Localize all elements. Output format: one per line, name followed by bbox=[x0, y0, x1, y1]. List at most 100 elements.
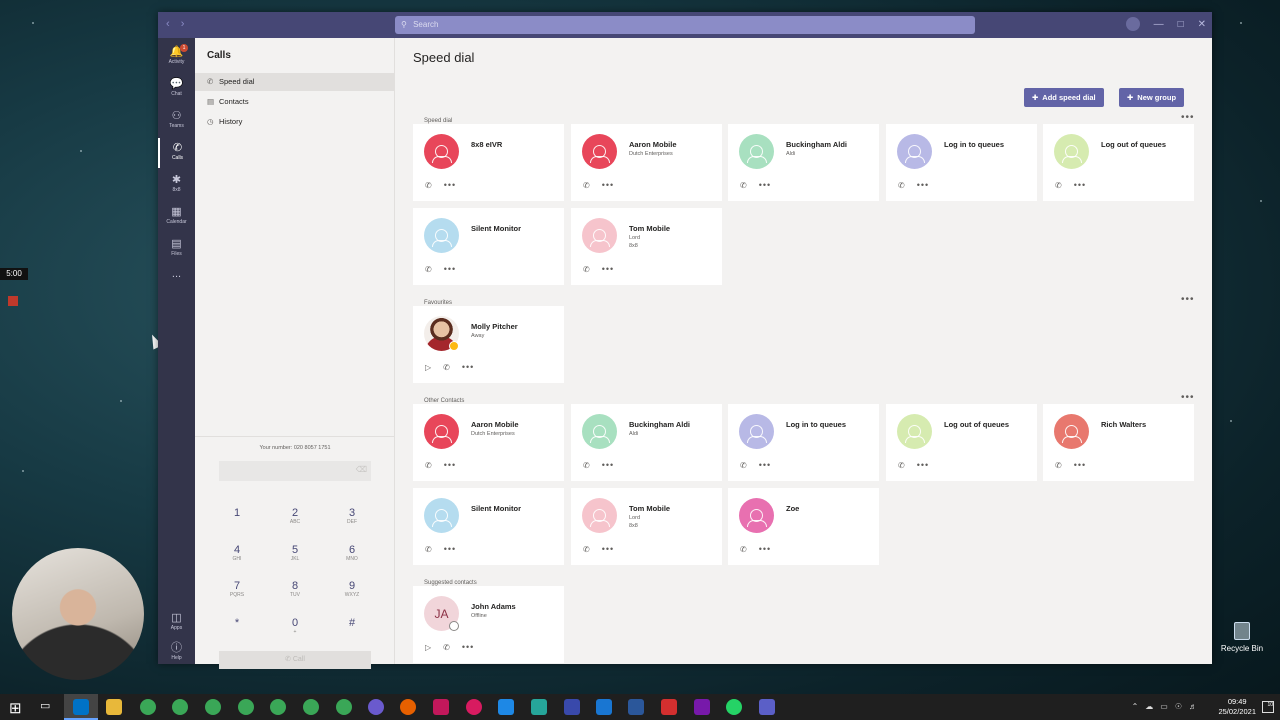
more-options-icon[interactable]: ••• bbox=[1074, 180, 1086, 190]
more-options-icon[interactable]: ••• bbox=[759, 460, 771, 470]
more-options-icon[interactable]: ••• bbox=[602, 180, 614, 190]
rail-item-teams[interactable]: ⚇ Teams bbox=[158, 106, 195, 136]
firefox-icon[interactable] bbox=[400, 699, 416, 715]
app-icon[interactable] bbox=[596, 699, 612, 715]
app-icon[interactable] bbox=[531, 699, 547, 715]
more-options-icon[interactable]: ••• bbox=[1074, 460, 1086, 470]
contact-card[interactable]: Silent Monitor ✆ ••• bbox=[413, 208, 564, 285]
contact-card[interactable]: Log out of queues ✆ ••• bbox=[886, 404, 1037, 481]
chrome-icon[interactable] bbox=[172, 699, 188, 715]
add-speed-dial-button[interactable]: ✚ Add speed dial bbox=[1024, 88, 1104, 107]
dial-key[interactable]: 9 WXYZ bbox=[332, 580, 372, 598]
phone-icon[interactable]: ✆ bbox=[443, 363, 450, 372]
more-options-icon[interactable]: ••• bbox=[602, 460, 614, 470]
more-options-icon[interactable]: ••• bbox=[444, 264, 456, 274]
phone-icon[interactable]: ✆ bbox=[583, 265, 590, 274]
phone-icon[interactable]: ✆ bbox=[1055, 181, 1062, 190]
more-options-icon[interactable]: ••• bbox=[602, 264, 614, 274]
phone-icon[interactable]: ✆ bbox=[425, 461, 432, 470]
contact-card[interactable]: Zoe ✆ ••• bbox=[728, 488, 879, 565]
dial-key[interactable]: 3 DEF bbox=[332, 507, 372, 525]
new-group-button[interactable]: ✚ New group bbox=[1119, 88, 1185, 107]
video-call-icon[interactable]: ▷ bbox=[425, 363, 431, 372]
rail-item-apps[interactable]: ◫ Apps bbox=[158, 608, 195, 638]
chrome-icon[interactable] bbox=[303, 699, 319, 715]
more-options-icon[interactable]: ••• bbox=[462, 362, 474, 372]
backspace-icon[interactable]: ⌫ bbox=[356, 465, 367, 474]
minimize-icon[interactable]: — bbox=[1154, 19, 1164, 30]
app-icon[interactable] bbox=[564, 699, 580, 715]
chrome-icon[interactable] bbox=[238, 699, 254, 715]
dial-key[interactable]: 1 bbox=[217, 507, 257, 525]
dial-number-input[interactable]: ⌫ bbox=[219, 461, 371, 481]
app-icon[interactable] bbox=[368, 699, 384, 715]
phone-icon[interactable]: ✆ bbox=[583, 461, 590, 470]
more-options-icon[interactable]: ••• bbox=[917, 180, 929, 190]
contact-card[interactable]: Molly Pitcher Away ▷ ✆ ••• bbox=[413, 306, 564, 383]
rail-item-calendar[interactable]: ▦ Calendar bbox=[158, 202, 195, 232]
acrobat-icon[interactable] bbox=[661, 699, 677, 715]
phone-icon[interactable]: ✆ bbox=[740, 545, 747, 554]
contact-card[interactable]: Aaron Mobile Dutch Enterprises ✆ ••• bbox=[413, 404, 564, 481]
close-icon[interactable]: ✕ bbox=[1198, 19, 1206, 30]
recording-stop-button[interactable] bbox=[8, 296, 18, 306]
system-tray[interactable]: ⌃☁▭☉♬ bbox=[1132, 702, 1204, 711]
search-input[interactable]: ⚲ Search bbox=[395, 16, 975, 34]
taskbar-clock[interactable]: 09:49 25/02/2021 bbox=[1218, 697, 1256, 717]
more-options-icon[interactable]: ••• bbox=[759, 544, 771, 554]
contact-card[interactable]: 8x8 eIVR ✆ ••• bbox=[413, 124, 564, 201]
contact-card[interactable]: Log out of queues ✆ ••• bbox=[1043, 124, 1194, 201]
more-options-icon[interactable]: ••• bbox=[602, 544, 614, 554]
phone-icon[interactable]: ✆ bbox=[425, 545, 432, 554]
rail-item-activity[interactable]: 🔔 Activity 1 bbox=[158, 42, 195, 72]
phone-icon[interactable]: ✆ bbox=[443, 643, 450, 652]
rail-item-8x8[interactable]: ✱ 8x8 bbox=[158, 170, 195, 200]
nav-history[interactable]: ◷ History bbox=[195, 113, 395, 131]
more-options-icon[interactable]: ••• bbox=[759, 180, 771, 190]
nav-speed-dial[interactable]: ✆ Speed dial bbox=[195, 73, 395, 91]
rail-item-chat[interactable]: 💬 Chat bbox=[158, 74, 195, 104]
profile-avatar[interactable] bbox=[1125, 17, 1140, 31]
dial-key[interactable]: 8 TUV bbox=[275, 580, 315, 598]
word-icon[interactable] bbox=[628, 699, 644, 715]
section-more-icon[interactable]: ••• bbox=[1181, 112, 1195, 123]
rail-item-more[interactable]: ... bbox=[158, 264, 195, 294]
app-icon[interactable] bbox=[466, 699, 482, 715]
contact-card[interactable]: Tom Mobile Lord 8x8 ✆ ••• bbox=[571, 208, 722, 285]
phone-icon[interactable]: ✆ bbox=[425, 181, 432, 190]
dial-key[interactable]: 2 ABC bbox=[275, 507, 315, 525]
dial-key[interactable]: 6 MNO bbox=[332, 544, 372, 562]
whatsapp-icon[interactable] bbox=[726, 699, 742, 715]
phone-icon[interactable]: ✆ bbox=[740, 461, 747, 470]
dial-key[interactable]: 5 JKL bbox=[275, 544, 315, 562]
dial-key[interactable]: * bbox=[217, 617, 257, 635]
phone-icon[interactable]: ✆ bbox=[898, 461, 905, 470]
more-options-icon[interactable]: ••• bbox=[444, 544, 456, 554]
more-options-icon[interactable]: ••• bbox=[917, 460, 929, 470]
maximize-icon[interactable]: □ bbox=[1178, 19, 1184, 30]
chrome-icon[interactable] bbox=[270, 699, 286, 715]
dial-key[interactable]: 4 GHI bbox=[217, 544, 257, 562]
more-options-icon[interactable]: ••• bbox=[444, 180, 456, 190]
phone-icon[interactable]: ✆ bbox=[898, 181, 905, 190]
contact-card[interactable]: Aaron Mobile Dutch Enterprises ✆ ••• bbox=[571, 124, 722, 201]
contact-card[interactable]: Log in to queues ✆ ••• bbox=[886, 124, 1037, 201]
rail-item-calls[interactable]: ✆ Calls bbox=[158, 138, 195, 168]
dial-key[interactable]: 0 + bbox=[275, 617, 315, 635]
contact-card[interactable]: Buckingham Aldi Aldi ✆ ••• bbox=[571, 404, 722, 481]
forward-arrow-icon[interactable]: › bbox=[181, 18, 185, 30]
nav-contacts[interactable]: ▤ Contacts bbox=[195, 93, 395, 111]
contact-card[interactable]: Silent Monitor ✆ ••• bbox=[413, 488, 564, 565]
onenote-icon[interactable] bbox=[694, 699, 710, 715]
phone-icon[interactable]: ✆ bbox=[1055, 461, 1062, 470]
phone-icon[interactable]: ✆ bbox=[583, 545, 590, 554]
windows-start-icon[interactable] bbox=[9, 700, 23, 714]
phone-icon[interactable]: ✆ bbox=[740, 181, 747, 190]
chrome-icon[interactable] bbox=[205, 699, 221, 715]
more-options-icon[interactable]: ••• bbox=[444, 460, 456, 470]
contact-card[interactable]: Rich Walters ✆ ••• bbox=[1043, 404, 1194, 481]
section-more-icon[interactable]: ••• bbox=[1181, 294, 1195, 305]
contact-card[interactable]: Log in to queues ✆ ••• bbox=[728, 404, 879, 481]
recycle-bin-icon[interactable]: Recycle Bin bbox=[1220, 622, 1264, 653]
rail-item-help[interactable]: ⓘ Help bbox=[158, 638, 195, 668]
